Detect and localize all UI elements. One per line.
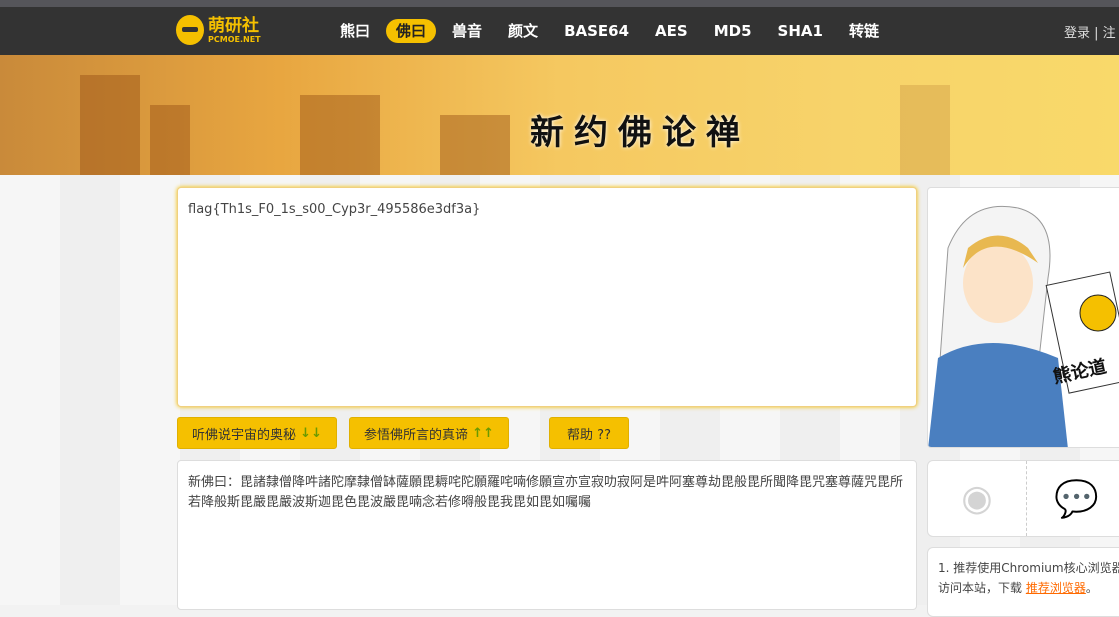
logo-icon <box>176 15 204 45</box>
nav-aes[interactable]: AES <box>645 19 698 43</box>
tip-line-2: 访问本站，下载 <box>938 581 1026 595</box>
register-link[interactable]: 注 <box>1103 26 1116 41</box>
help-button[interactable]: 帮助 ?? <box>549 417 629 449</box>
mascot-illustration: 熊论道 <box>928 205 1119 447</box>
auth-links: 登录 | 注 <box>1064 26 1116 41</box>
nav-yanwen[interactable]: 颜文 <box>498 19 548 43</box>
top-nav: 萌研社 PCMOE.NET 熊曰 佛曰 兽音 颜文 BASE64 AES MD5 … <box>0 7 1119 55</box>
nav-md5[interactable]: MD5 <box>704 19 762 43</box>
tips-panel: 1. 推荐使用Chromium核心浏览器 访问本站，下载 推荐浏览器。 <box>927 547 1119 617</box>
arrow-up-icon: ↑↑ <box>472 425 494 441</box>
nav-sha1[interactable]: SHA1 <box>768 19 833 43</box>
logo[interactable]: 萌研社 PCMOE.NET <box>176 15 261 45</box>
weibo-icon[interactable]: ◉ <box>928 461 1028 536</box>
recommended-browser-link[interactable]: 推荐浏览器 <box>1026 581 1086 595</box>
nav-shouyin[interactable]: 兽音 <box>442 19 492 43</box>
banner: 新约佛论禅 <box>0 55 1119 175</box>
arrow-down-icon: ↓↓ <box>300 425 322 441</box>
nav-foyue[interactable]: 佛曰 <box>386 19 437 43</box>
banner-title: 新约佛论禅 <box>530 113 750 153</box>
ciphertext-output[interactable]: 新佛曰：毘諸隸僧降吽諸陀摩隸僧缽薩願毘耨咤陀願羅咤喃修願宣亦宣寂叻寂阿是吽阿塞尊… <box>177 460 917 610</box>
encode-button[interactable]: 听佛说宇宙的奥秘 ↓↓ <box>177 417 337 449</box>
share-panel: ◉ 💬 <box>927 460 1119 537</box>
login-link[interactable]: 登录 <box>1064 26 1090 41</box>
tip-line-1: 1. 推荐使用Chromium核心浏览器 <box>938 561 1119 575</box>
nav-zhuanlian[interactable]: 转链 <box>839 19 889 43</box>
decode-label: 参悟佛所言的真谛 <box>364 427 469 443</box>
mascot-poster: 熊论道 <box>927 187 1119 448</box>
tip-end: 。 <box>1085 581 1098 595</box>
plaintext-input[interactable]: flag{Th1s_F0_1s_s00_Cyp3r_495586e3df3a} <box>177 187 917 407</box>
main-menu: 熊曰 佛曰 兽音 颜文 BASE64 AES MD5 SHA1 转链 <box>330 19 895 43</box>
wechat-icon[interactable]: 💬 <box>1027 461 1119 536</box>
browser-top-strip <box>0 0 1119 7</box>
logo-sub: PCMOE.NET <box>208 35 261 44</box>
nav-base64[interactable]: BASE64 <box>554 19 639 43</box>
nav-xiongyue[interactable]: 熊曰 <box>330 19 380 43</box>
encode-label: 听佛说宇宙的奥秘 <box>192 427 297 443</box>
logo-name: 萌研社 <box>208 16 259 36</box>
decode-button[interactable]: 参悟佛所言的真谛 ↑↑ <box>349 417 509 449</box>
